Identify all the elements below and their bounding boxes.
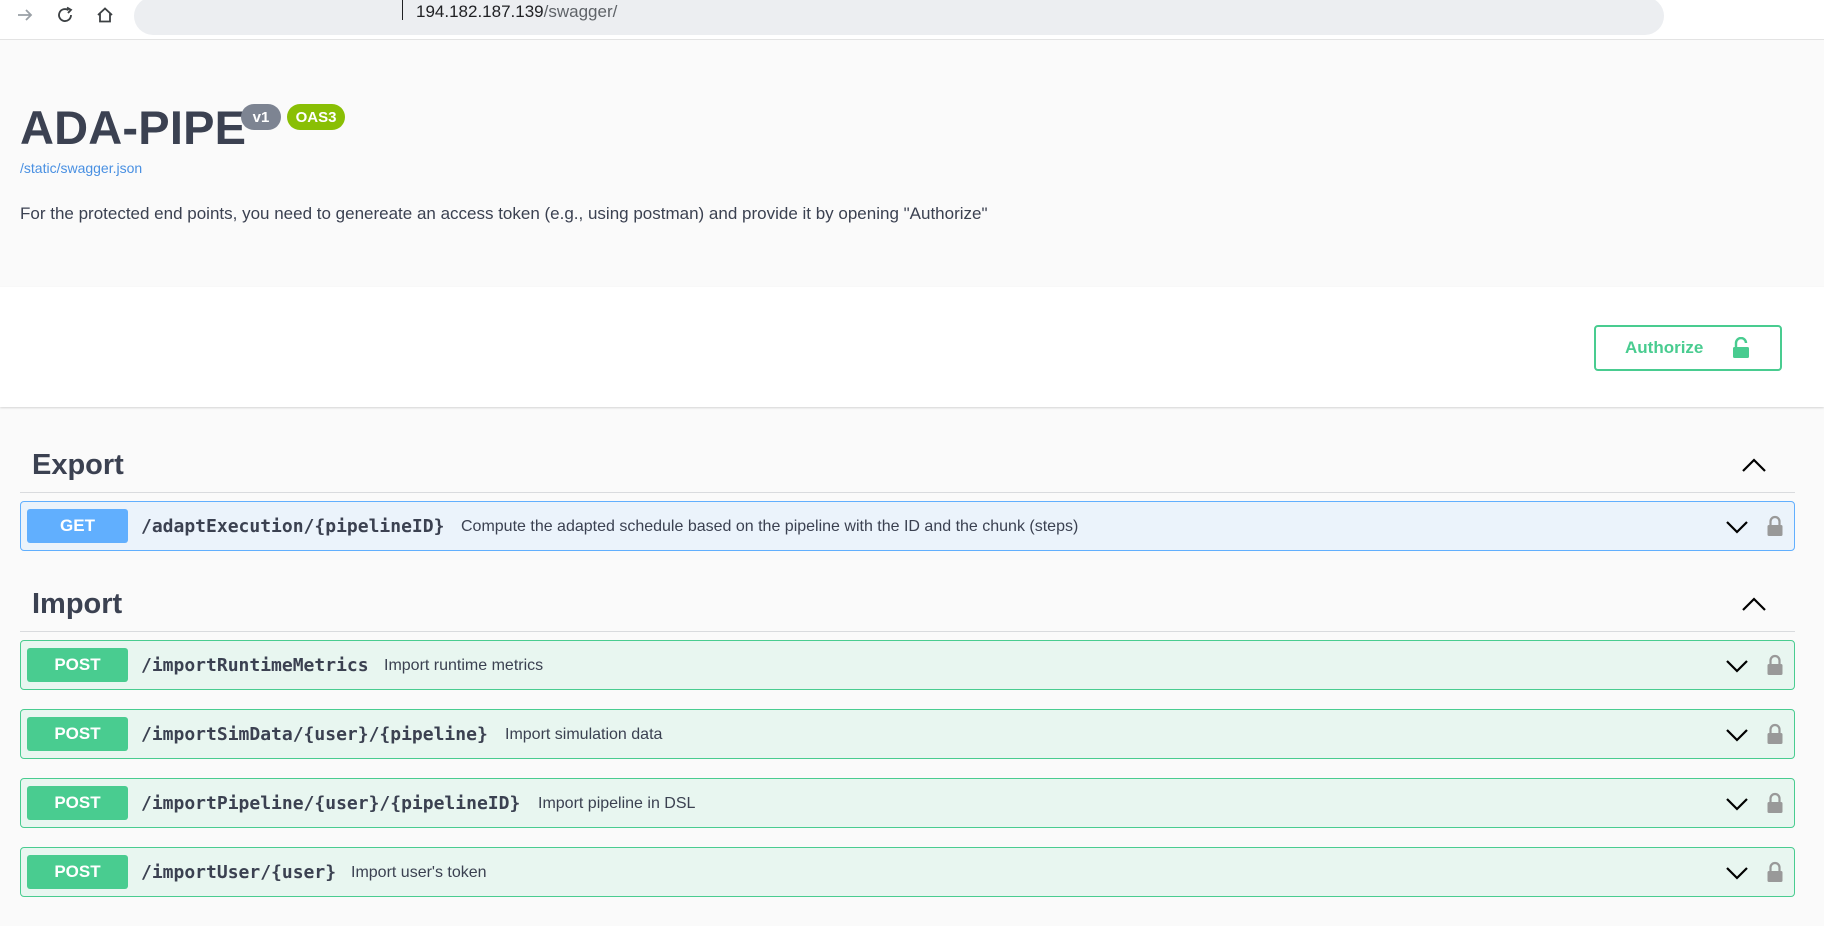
chevron-down-icon[interactable] xyxy=(1724,655,1750,677)
operation-post-import-user[interactable]: POST /importUser/{user} Import user's to… xyxy=(20,847,1795,897)
oas-badge: OAS3 xyxy=(287,104,345,130)
operation-summary: Import user's token xyxy=(351,864,487,881)
method-badge: POST xyxy=(27,717,128,751)
method-badge: POST xyxy=(27,648,128,682)
address-bar[interactable]: 194.182.187.139/swagger/ xyxy=(134,0,1664,35)
chevron-up-icon[interactable] xyxy=(1740,594,1768,614)
address-url[interactable]: 194.182.187.139/swagger/ xyxy=(416,2,617,22)
operation-summary: Import pipeline in DSL xyxy=(538,795,696,812)
method-badge: GET xyxy=(27,509,128,543)
method-badge: POST xyxy=(27,855,128,889)
operation-path: /adaptExecution/{pipelineID} xyxy=(141,516,445,537)
scheme-container: Authorize xyxy=(0,287,1824,407)
tag-title: Export xyxy=(32,449,124,481)
reload-icon[interactable] xyxy=(52,2,78,28)
operation-summary: Import runtime metrics xyxy=(384,657,544,674)
spec-json-link[interactable]: /static/swagger.json xyxy=(20,160,142,176)
operation-path: /importUser/{user} xyxy=(141,862,337,883)
authorize-button[interactable]: Authorize xyxy=(1594,325,1782,371)
address-path: /swagger/ xyxy=(543,2,618,21)
unlocked-lock-icon xyxy=(1732,336,1750,364)
chevron-down-icon[interactable] xyxy=(1724,724,1750,746)
tag-title: Import xyxy=(32,588,123,620)
operation-post-import-pipeline[interactable]: POST /importPipeline/{user}/{pipelineID}… xyxy=(20,778,1795,828)
operation-summary: Import simulation data xyxy=(505,726,663,743)
tag-section-export[interactable]: Export xyxy=(20,433,1795,493)
operation-path: /importPipeline/{user}/{pipelineID} xyxy=(141,793,521,814)
chevron-down-icon[interactable] xyxy=(1724,793,1750,815)
browser-toolbar: 194.182.187.139/swagger/ xyxy=(0,0,1824,40)
lock-icon[interactable] xyxy=(1764,652,1786,678)
operation-path: /importRuntimeMetrics xyxy=(141,655,369,676)
api-description: For the protected end points, you need t… xyxy=(20,204,988,223)
lock-icon[interactable] xyxy=(1764,513,1786,539)
operation-post-import-runtime-metrics[interactable]: POST /importRuntimeMetrics Import runtim… xyxy=(20,640,1795,690)
chevron-down-icon[interactable] xyxy=(1724,516,1750,538)
operation-post-import-sim-data[interactable]: POST /importSimData/{user}/{pipeline} Im… xyxy=(20,709,1795,759)
text-caret xyxy=(402,0,403,20)
operation-summary: Compute the adapted schedule based on th… xyxy=(461,518,1079,535)
lock-icon[interactable] xyxy=(1764,721,1786,747)
api-info: ADA-PIPE v1 OAS3 /static/swagger.json Fo… xyxy=(0,40,1824,287)
forward-arrow-icon[interactable] xyxy=(12,2,38,28)
method-badge: POST xyxy=(27,786,128,820)
chevron-down-icon[interactable] xyxy=(1724,862,1750,884)
operation-get-adapt-execution[interactable]: GET /adaptExecution/{pipelineID} Compute… xyxy=(20,501,1795,551)
lock-icon[interactable] xyxy=(1764,790,1786,816)
chevron-up-icon[interactable] xyxy=(1740,455,1768,475)
authorize-label: Authorize xyxy=(1625,338,1704,357)
tag-section-import[interactable]: Import xyxy=(20,572,1795,632)
operation-path: /importSimData/{user}/{pipeline} xyxy=(141,724,488,745)
lock-icon[interactable] xyxy=(1764,859,1786,885)
address-host: 194.182.187.139 xyxy=(416,2,544,21)
home-icon[interactable] xyxy=(92,2,118,28)
api-title: ADA-PIPE xyxy=(20,101,247,154)
version-badge: v1 xyxy=(241,104,281,130)
